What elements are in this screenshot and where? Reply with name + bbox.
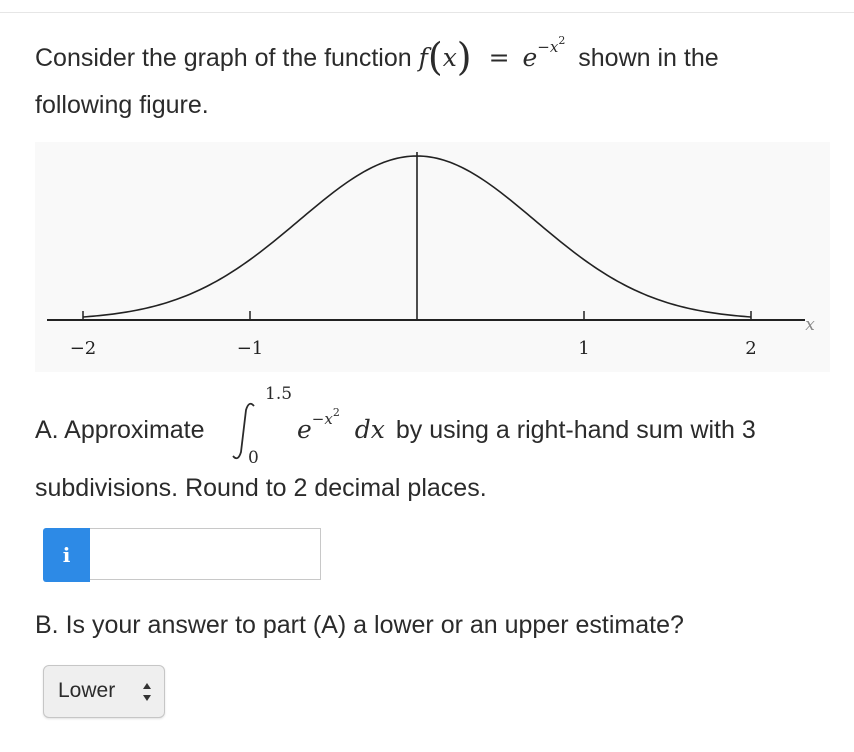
estimate-select[interactable]: Lower <box>43 665 165 718</box>
question-intro-line1: Consider the graph of the function f(x) … <box>35 34 719 79</box>
part-a-line2: subdivisions. Round to 2 decimal places. <box>35 474 487 502</box>
open-paren: ( <box>427 35 443 79</box>
part-a-line1: A. Approximate <box>35 415 205 445</box>
x-tick-label: −2 <box>70 338 97 359</box>
top-divider <box>0 12 854 13</box>
info-icon[interactable]: i <box>43 528 90 582</box>
x-axis-label: x <box>805 315 815 335</box>
equals-sign: = <box>488 43 510 72</box>
function-arg: x <box>442 43 457 72</box>
integrand-base: e <box>297 415 312 444</box>
select-updown-icon <box>143 683 151 701</box>
part-a-tail: by using a right-hand sum with 3 <box>395 416 756 444</box>
info-icon-glyph: i <box>62 543 71 567</box>
exp-base: e <box>522 43 538 72</box>
integral-upper-limit: 1.5 <box>265 384 293 404</box>
x-tick-label: −1 <box>237 338 264 359</box>
part-a-lead: A. Approximate <box>35 416 205 444</box>
integrand-square: 2 <box>332 406 340 419</box>
close-paren: ) <box>456 35 472 79</box>
x-tick-label: 2 <box>745 338 756 359</box>
function-name: f <box>418 43 428 72</box>
answer-input[interactable] <box>90 528 321 580</box>
part-a-integrand: e−x2 dx by using a right-hand sum with 3 <box>297 406 756 450</box>
estimate-select-value: Lower <box>58 679 116 702</box>
x-tick-label: 1 <box>578 338 589 359</box>
intro-text-after: shown in the <box>578 44 719 72</box>
exp-square: 2 <box>558 34 566 47</box>
integrand-power: −x <box>311 410 333 428</box>
question-intro-line2: following figure. <box>35 91 209 119</box>
differential: dx <box>354 415 385 444</box>
part-b-question: B. Is your answer to part (A) a lower or… <box>35 611 684 639</box>
function-graph: −2 −1 1 2 x <box>35 142 830 372</box>
exp-power: −x <box>537 38 559 56</box>
intro-text-before: Consider the graph of the function <box>35 44 412 72</box>
integral-lower-limit: 0 <box>248 448 259 468</box>
